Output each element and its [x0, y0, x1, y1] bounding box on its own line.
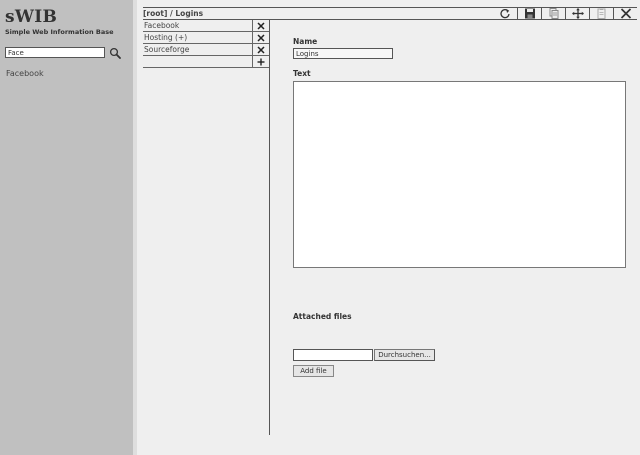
toolbar: [493, 7, 637, 20]
child-link[interactable]: Hosting (+): [144, 33, 187, 42]
close-button[interactable]: [613, 7, 637, 20]
delete-button[interactable]: [252, 32, 269, 43]
search-result-item[interactable]: Facebook: [6, 69, 44, 78]
app-title: sWIB: [5, 7, 58, 27]
delete-icon: [257, 21, 265, 30]
delete-icon: [257, 45, 265, 54]
editor-panel: Name Text Attached files Durchsuchen... …: [287, 20, 637, 440]
add-child-button[interactable]: [252, 56, 269, 67]
name-label: Name: [293, 37, 318, 46]
add-file-button[interactable]: Add file: [293, 365, 334, 377]
text-label: Text: [293, 69, 311, 78]
search-button[interactable]: [109, 47, 121, 59]
app-subtitle: Simple Web Information Base: [5, 28, 114, 36]
save-icon: [524, 8, 535, 19]
magnifier-icon: [109, 47, 121, 59]
list-item: Sourceforge: [143, 44, 269, 56]
search-input[interactable]: [5, 47, 105, 58]
list-item: Hosting (+): [143, 32, 269, 44]
copy-button[interactable]: [541, 7, 565, 20]
browse-button[interactable]: Durchsuchen...: [374, 349, 435, 361]
move-icon: [571, 8, 584, 19]
save-button[interactable]: [517, 7, 541, 20]
plus-icon: [257, 58, 265, 65]
paste-icon: [597, 8, 605, 19]
delete-button[interactable]: [252, 20, 269, 31]
copy-icon: [549, 8, 558, 19]
paste-button[interactable]: [589, 7, 613, 20]
delete-button[interactable]: [252, 44, 269, 55]
header-bar: [root] / Logins: [143, 7, 637, 20]
attached-files-label: Attached files: [293, 312, 352, 321]
add-child-row: [143, 56, 269, 68]
file-path-input[interactable]: [293, 349, 373, 361]
name-input[interactable]: [293, 48, 393, 59]
refresh-button[interactable]: [493, 8, 517, 20]
main-content: [root] / Logins Facebook Hosting (+) Sou…: [137, 0, 640, 455]
child-link[interactable]: Sourceforge: [144, 45, 189, 54]
delete-icon: [257, 33, 265, 42]
refresh-icon: [500, 9, 510, 19]
text-area[interactable]: [293, 81, 626, 268]
list-item: Facebook: [143, 20, 269, 32]
close-icon: [620, 8, 631, 19]
move-button[interactable]: [565, 7, 589, 20]
sidebar: sWIB Simple Web Information Base Faceboo…: [0, 0, 133, 455]
child-link[interactable]: Facebook: [144, 21, 179, 30]
children-panel: Facebook Hosting (+) Sourceforge: [143, 20, 270, 435]
breadcrumb[interactable]: [root] / Logins: [143, 9, 203, 18]
